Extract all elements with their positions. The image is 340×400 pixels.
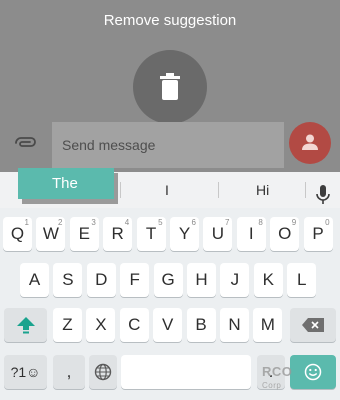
language-key[interactable] [89, 355, 117, 389]
send-message-placeholder: Send message [62, 137, 156, 153]
key-y[interactable]: Y6 [170, 217, 199, 251]
spacebar-key[interactable] [121, 355, 251, 389]
key-hint: 1 [24, 218, 29, 227]
key-label: O [278, 224, 292, 243]
symbols-key[interactable]: ?1☺ [4, 355, 47, 389]
contact-button[interactable] [289, 122, 331, 164]
key-i[interactable]: I8 [236, 217, 266, 251]
key-l[interactable]: L [287, 263, 317, 297]
suggestion-item[interactable]: I [165, 182, 169, 198]
key-label: W [42, 224, 59, 243]
key-label: E [78, 224, 90, 243]
key-v[interactable]: V [153, 308, 183, 342]
shift-arrow-icon [16, 317, 35, 334]
microphone-icon[interactable] [316, 185, 330, 205]
emoji-key[interactable] [290, 355, 336, 389]
watermark-subtext: Corp [262, 381, 282, 390]
key-p[interactable]: P0 [303, 217, 333, 251]
key-label: S [62, 270, 74, 289]
key-z[interactable]: Z [53, 308, 82, 342]
key-label: R [111, 224, 124, 243]
key-label: C [128, 315, 141, 334]
suggestion-divider [120, 182, 121, 198]
key-b[interactable]: B [186, 308, 216, 342]
key-label: P [312, 224, 324, 243]
key-label: Z [62, 315, 73, 334]
key-label: J [230, 270, 240, 289]
backspace-icon [302, 318, 324, 332]
key-hint: 7 [224, 218, 230, 227]
suggestion-item[interactable]: Hi [256, 182, 269, 198]
key-label: F [129, 270, 140, 289]
key-a[interactable]: A [20, 263, 49, 297]
remove-suggestion-title: Remove suggestion [103, 12, 237, 29]
key-o[interactable]: O9 [270, 217, 300, 251]
key-f[interactable]: F [120, 263, 150, 297]
key-label: B [195, 315, 207, 334]
key-n[interactable]: N [220, 308, 249, 342]
key-hint: 2 [57, 218, 63, 227]
shift-key[interactable] [4, 308, 47, 342]
key-u[interactable]: U7 [203, 217, 233, 251]
key-label: D [95, 270, 108, 289]
paperclip-icon[interactable] [14, 136, 36, 150]
watermark-logo: RCO Corp [262, 364, 293, 392]
key-q[interactable]: Q1 [3, 217, 32, 251]
dragged-suggestion-chip[interactable]: The [18, 168, 114, 199]
key-c[interactable]: C [119, 308, 149, 342]
globe-icon [94, 363, 112, 381]
key-label: L [296, 270, 307, 289]
key-label: A [28, 270, 41, 289]
keyboard: Q1W2E3R4T5Y6U7I8O9P0 ASDFGHJKL ZXCVBNM ?… [0, 208, 340, 400]
key-j[interactable]: J [220, 263, 250, 297]
key-label: M [260, 315, 275, 334]
key-label: G [161, 270, 175, 289]
suggestion-divider [218, 182, 219, 198]
key-h[interactable]: H [187, 263, 216, 297]
key-e[interactable]: E3 [69, 217, 99, 251]
key-k[interactable]: K [253, 263, 283, 297]
key-label: I [248, 224, 254, 243]
key-hint: 4 [124, 218, 130, 227]
key-label: Y [178, 224, 191, 243]
watermark-text: RCO [262, 364, 293, 379]
smiley-icon [304, 363, 322, 381]
key-hint: 6 [191, 218, 196, 227]
key-x[interactable]: X [86, 308, 116, 342]
key-r[interactable]: R4 [103, 217, 133, 251]
key-d[interactable]: D [86, 263, 116, 297]
key-label: H [195, 270, 208, 289]
key-label: Q [10, 224, 25, 243]
key-hint: 8 [258, 218, 263, 227]
key-label: N [228, 315, 241, 334]
backspace-key[interactable] [290, 308, 336, 342]
key-w[interactable]: W2 [36, 217, 66, 251]
key-label: U [211, 224, 225, 243]
key-m[interactable]: M [253, 308, 283, 342]
key-hint: 5 [158, 218, 163, 227]
key-label: V [162, 315, 174, 334]
key-s[interactable]: S [53, 263, 83, 297]
trash-icon [160, 73, 180, 100]
dragged-suggestion-label: The [52, 175, 78, 192]
key-label: K [262, 270, 274, 289]
suggestion-divider [305, 182, 306, 198]
key-hint: 3 [91, 218, 96, 227]
send-message-input[interactable]: Send message [52, 122, 284, 168]
key-label: T [145, 224, 157, 243]
key-hint: 0 [325, 218, 330, 227]
remove-drop-target[interactable] [133, 50, 207, 124]
key-g[interactable]: G [153, 263, 183, 297]
key-hint: 9 [291, 218, 297, 227]
comma-key[interactable]: , [53, 355, 85, 389]
person-icon [302, 134, 318, 150]
key-t[interactable]: T5 [136, 217, 166, 251]
key-label: X [95, 315, 107, 334]
